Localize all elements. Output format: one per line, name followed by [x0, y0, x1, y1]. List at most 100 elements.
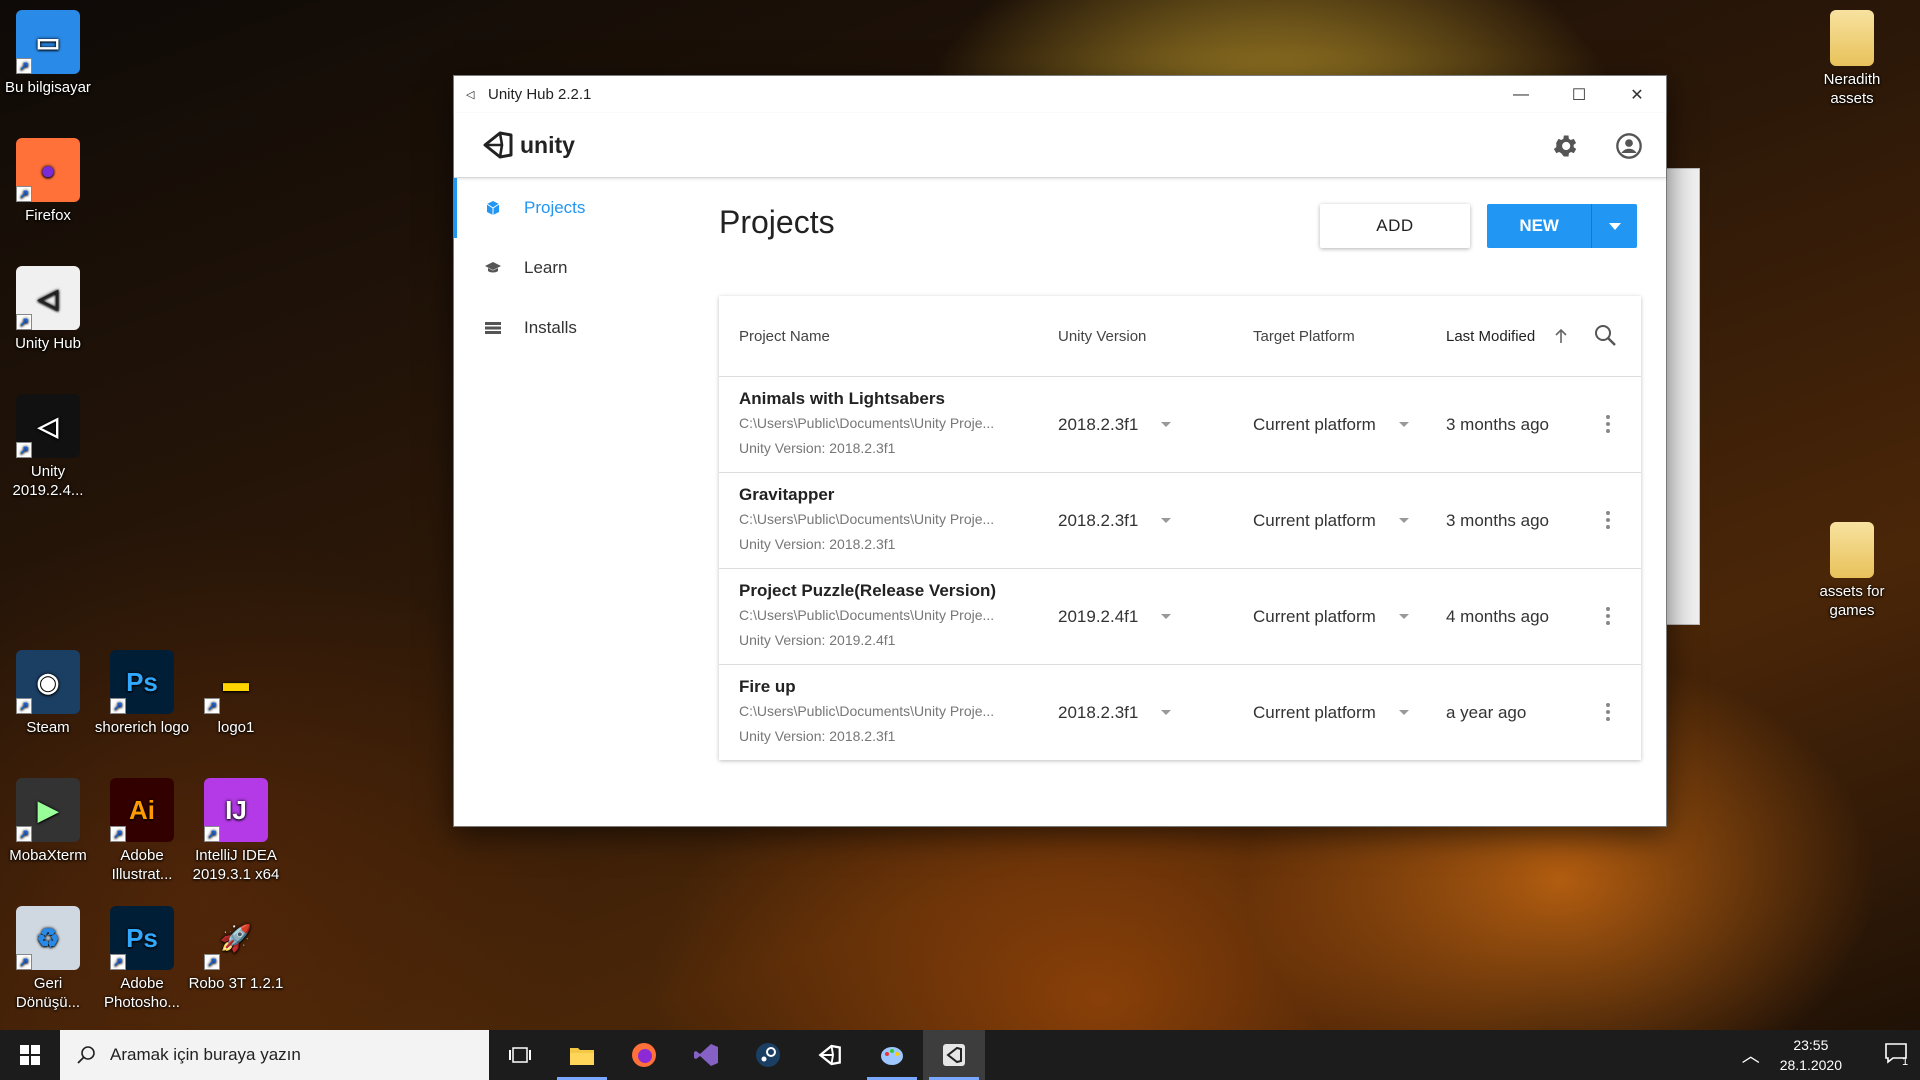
column-header-name[interactable]: Project Name: [739, 328, 830, 345]
desktop-icon[interactable]: ▶ ↗ MobaXterm: [0, 778, 96, 865]
chevron-up-icon[interactable]: ︿: [1742, 1042, 1760, 1068]
column-header-version[interactable]: Unity Version: [1058, 328, 1146, 345]
desktop-icon[interactable]: ◁ ↗ Unity Hub: [0, 266, 96, 353]
background-window[interactable]: [1660, 168, 1700, 625]
shortcut-arrow-icon: ↗: [110, 826, 126, 842]
new-dropdown-button[interactable]: [1591, 204, 1637, 248]
chevron-down-icon[interactable]: [1399, 518, 1409, 523]
project-name[interactable]: Gravitapper: [739, 485, 834, 505]
target-platform-select[interactable]: Current platform: [1253, 607, 1376, 627]
system-tray: ︿ 23:55 28.1.2020 1: [1742, 1030, 1920, 1080]
unity-hub-taskbar-icon[interactable]: [923, 1030, 985, 1080]
unity-version-select[interactable]: 2019.2.4f1: [1058, 607, 1138, 627]
add-button[interactable]: ADD: [1320, 204, 1470, 248]
desktop-icon[interactable]: Ps ↗ Adobe Photosho...: [94, 906, 190, 1012]
desktop-icon[interactable]: Ai ↗ Adobe Illustrat...: [94, 778, 190, 884]
chevron-down-icon[interactable]: [1399, 422, 1409, 427]
clock-date: 28.1.2020: [1779, 1057, 1842, 1073]
unity-version-select[interactable]: 2018.2.3f1: [1058, 703, 1138, 723]
sidebar-item-projects[interactable]: Projects: [454, 178, 694, 238]
gear-icon[interactable]: [1548, 129, 1582, 163]
computer-icon: ▭ ↗: [16, 10, 80, 74]
steam-icon[interactable]: [737, 1030, 799, 1080]
photoshop-icon: Ps ↗: [110, 906, 174, 970]
sidebar-item-label: Projects: [524, 198, 586, 217]
last-modified: a year ago: [1446, 703, 1527, 722]
paint-app-icon[interactable]: [861, 1030, 923, 1080]
desktop-icon-label: MobaXterm: [9, 847, 87, 864]
shortcut-arrow-icon: ↗: [110, 698, 126, 714]
desktop-icon-label: Adobe Photosho...: [104, 975, 180, 1011]
desktop-icon[interactable]: IJ ↗ IntelliJ IDEA 2019.3.1 x64: [188, 778, 284, 884]
search-icon[interactable]: [1593, 323, 1617, 351]
unity-version-select[interactable]: 2018.2.3f1: [1058, 415, 1138, 435]
notification-center-icon[interactable]: 1: [1872, 1042, 1920, 1068]
desktop-icon[interactable]: ◁ ↗ Unity 2019.2.4...: [0, 394, 96, 500]
folder-icon: [1830, 10, 1874, 66]
file-explorer-icon[interactable]: [551, 1030, 613, 1080]
more-options-icon[interactable]: [1605, 511, 1611, 529]
close-button[interactable]: ✕: [1608, 76, 1666, 113]
sidebar-item-learn[interactable]: Learn: [454, 238, 694, 298]
chevron-down-icon[interactable]: [1161, 518, 1171, 523]
chevron-down-icon[interactable]: [1161, 710, 1171, 715]
desktop-icon-label: shorerich logo: [94, 719, 190, 736]
account-icon[interactable]: [1612, 129, 1646, 163]
desktop-icon[interactable]: ▬ ↗ logo1: [188, 650, 284, 737]
shortcut-arrow-icon: ↗: [204, 954, 220, 970]
shortcut-arrow-icon: ↗: [16, 826, 32, 842]
table-header: Project Name Unity Version Target Platfo…: [719, 296, 1641, 377]
desktop-icon[interactable]: ▭ ↗ Bu bilgisayar: [0, 10, 96, 97]
steam-icon: ◉ ↗: [16, 650, 80, 714]
table-row[interactable]: Gravitapper C:\Users\Public\Documents\Un…: [719, 473, 1641, 569]
minimize-button[interactable]: —: [1492, 76, 1550, 113]
desktop-icon[interactable]: assets for games: [1804, 522, 1900, 620]
chevron-down-icon[interactable]: [1399, 710, 1409, 715]
project-version-line: Unity Version: 2018.2.3f1: [739, 536, 896, 552]
unity-version-select[interactable]: 2018.2.3f1: [1058, 511, 1138, 531]
sort-arrow-up-icon[interactable]: [1554, 328, 1568, 348]
new-button[interactable]: NEW: [1487, 204, 1637, 248]
table-row[interactable]: Project Puzzle(Release Version) C:\Users…: [719, 569, 1641, 665]
sidebar-item-label: Learn: [524, 258, 568, 277]
desktop-icon[interactable]: ● ↗ Firefox: [0, 138, 96, 225]
more-options-icon[interactable]: [1605, 703, 1611, 721]
project-path: C:\Users\Public\Documents\Unity Proje...: [739, 607, 995, 623]
taskbar-search-input[interactable]: Aramak için buraya yazın: [60, 1030, 489, 1080]
shortcut-arrow-icon: ↗: [16, 698, 32, 714]
chevron-down-icon[interactable]: [1161, 422, 1171, 427]
target-platform-select[interactable]: Current platform: [1253, 511, 1376, 531]
project-name[interactable]: Fire up: [739, 677, 796, 697]
target-platform-select[interactable]: Current platform: [1253, 415, 1376, 435]
clock-time: 23:55: [1793, 1037, 1829, 1053]
illustrator-icon: Ai ↗: [110, 778, 174, 842]
chevron-down-icon[interactable]: [1399, 614, 1409, 619]
desktop-icon-label: logo1: [217, 719, 255, 736]
firefox-icon[interactable]: [613, 1030, 675, 1080]
target-platform-select[interactable]: Current platform: [1253, 703, 1376, 723]
task-view-icon[interactable]: [489, 1030, 551, 1080]
desktop-icon[interactable]: Neradith assets: [1804, 10, 1900, 108]
sidebar-item-installs[interactable]: Installs: [454, 298, 694, 358]
table-row[interactable]: Animals with Lightsabers C:\Users\Public…: [719, 377, 1641, 473]
desktop-icon[interactable]: ♻ ↗ Geri Dönüşü...: [0, 906, 96, 1012]
column-header-platform[interactable]: Target Platform: [1253, 328, 1355, 345]
column-header-modified[interactable]: Last Modified: [1446, 328, 1535, 345]
maximize-button[interactable]: ☐: [1550, 76, 1608, 113]
desktop-icon[interactable]: ◉ ↗ Steam: [0, 650, 96, 737]
shortcut-arrow-icon: ↗: [16, 954, 32, 970]
more-options-icon[interactable]: [1605, 607, 1611, 625]
project-name[interactable]: Animals with Lightsabers: [739, 389, 945, 409]
project-name[interactable]: Project Puzzle(Release Version): [739, 581, 996, 601]
desktop-icon[interactable]: 🚀 ↗ Robo 3T 1.2.1: [188, 906, 284, 993]
desktop-icon-label: Unity Hub: [15, 335, 81, 352]
unity-icon[interactable]: [799, 1030, 861, 1080]
visual-studio-icon[interactable]: [675, 1030, 737, 1080]
clock[interactable]: 23:55 28.1.2020: [1780, 1035, 1842, 1075]
table-row[interactable]: Fire up C:\Users\Public\Documents\Unity …: [719, 665, 1641, 760]
more-options-icon[interactable]: [1605, 415, 1611, 433]
titlebar[interactable]: ◁ Unity Hub 2.2.1 — ☐ ✕: [454, 76, 1666, 113]
desktop-icon[interactable]: Ps ↗ shorerich logo: [94, 650, 190, 737]
chevron-down-icon[interactable]: [1161, 614, 1171, 619]
windows-start-button[interactable]: [0, 1030, 60, 1080]
